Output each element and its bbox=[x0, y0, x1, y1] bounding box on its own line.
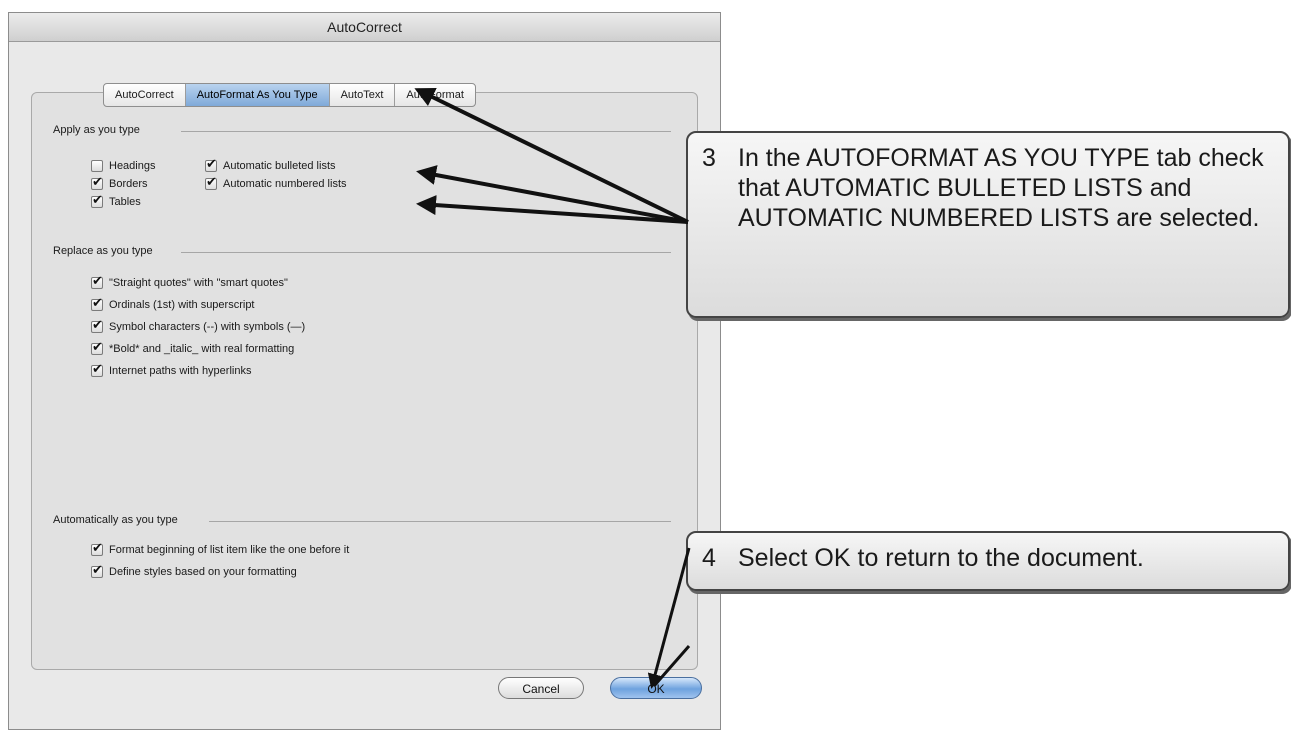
checkbox-label: Internet paths with hyperlinks bbox=[109, 365, 252, 377]
checkbox-label: Automatic numbered lists bbox=[223, 178, 347, 190]
checkbox-checked-icon bbox=[91, 193, 103, 208]
tab-autotext[interactable]: AutoText bbox=[330, 84, 396, 106]
checkbox-checked-icon bbox=[91, 318, 103, 333]
callout-step-text: In the AUTOFORMAT AS YOU TYPE tab check … bbox=[738, 144, 1264, 232]
bold-italic-checkbox[interactable]: *Bold* and _italic_ with real formatting bbox=[91, 340, 295, 355]
checkbox-label: Define styles based on your formatting bbox=[109, 566, 297, 578]
checkbox-checked-icon bbox=[91, 274, 103, 289]
checkbox-checked-icon bbox=[91, 362, 103, 377]
automatic-numbered-lists-checkbox[interactable]: Automatic numbered lists bbox=[205, 175, 347, 190]
callout-step-number: 4 bbox=[702, 544, 716, 572]
tables-checkbox[interactable]: Tables bbox=[91, 193, 141, 208]
headings-checkbox[interactable]: Headings bbox=[91, 160, 155, 172]
checkbox-label: Automatic bulleted lists bbox=[223, 160, 336, 172]
checkbox-label: "Straight quotes" with "smart quotes" bbox=[109, 277, 288, 289]
window-title: AutoCorrect bbox=[9, 13, 720, 42]
tab-bar: AutoCorrect AutoFormat As You Type AutoT… bbox=[103, 83, 476, 107]
checkbox-checked-icon bbox=[91, 340, 103, 355]
section-automatic-label: Automatically as you type bbox=[53, 514, 178, 526]
checkbox-label: Borders bbox=[109, 178, 148, 190]
callout-step-text: Select OK to return to the document. bbox=[738, 544, 1144, 572]
checkbox-checked-icon bbox=[91, 541, 103, 556]
checkbox-label: Format beginning of list item like the o… bbox=[109, 544, 350, 556]
section-apply-label: Apply as you type bbox=[53, 124, 140, 136]
checkbox-checked-icon bbox=[91, 175, 103, 190]
section-automatic-divider bbox=[209, 521, 671, 522]
format-list-item-checkbox[interactable]: Format beginning of list item like the o… bbox=[91, 541, 350, 556]
section-replace-label: Replace as you type bbox=[53, 245, 153, 257]
callout-step-3: 3 In the AUTOFORMAT AS YOU TYPE tab chec… bbox=[686, 131, 1290, 318]
symbol-characters-checkbox[interactable]: Symbol characters (--) with symbols (—) bbox=[91, 318, 306, 333]
checkbox-label: *Bold* and _italic_ with real formatting bbox=[109, 343, 295, 355]
tab-autoformat-as-you-type[interactable]: AutoFormat As You Type bbox=[185, 84, 330, 106]
section-apply-divider bbox=[181, 131, 671, 132]
checkbox-checked-icon bbox=[205, 175, 217, 190]
tab-autocorrect[interactable]: AutoCorrect bbox=[104, 84, 186, 106]
checkbox-checked-icon bbox=[205, 157, 217, 172]
checkbox-label: Symbol characters (--) with symbols (—) bbox=[109, 321, 306, 333]
ordinals-checkbox[interactable]: Ordinals (1st) with superscript bbox=[91, 296, 255, 311]
checkbox-checked-icon bbox=[91, 296, 103, 311]
checkbox-label: Tables bbox=[109, 196, 141, 208]
callout-step-4: 4 Select OK to return to the document. bbox=[686, 531, 1290, 591]
autocorrect-dialog: AutoCorrect AutoCorrect AutoFormat As Yo… bbox=[8, 12, 721, 730]
tab-autoformat[interactable]: AutoFormat bbox=[395, 84, 474, 106]
ok-button[interactable]: OK bbox=[610, 677, 702, 699]
checkbox-checked-icon bbox=[91, 563, 103, 578]
define-styles-checkbox[interactable]: Define styles based on your formatting bbox=[91, 563, 297, 578]
internet-paths-checkbox[interactable]: Internet paths with hyperlinks bbox=[91, 362, 252, 377]
section-replace-divider bbox=[181, 252, 671, 253]
automatic-bulleted-lists-checkbox[interactable]: Automatic bulleted lists bbox=[205, 157, 336, 172]
smart-quotes-checkbox[interactable]: "Straight quotes" with "smart quotes" bbox=[91, 274, 288, 289]
checkbox-unchecked-icon bbox=[91, 160, 103, 172]
checkbox-label: Ordinals (1st) with superscript bbox=[109, 299, 255, 311]
callout-step-number: 3 bbox=[702, 144, 716, 172]
checkbox-label: Headings bbox=[109, 160, 156, 172]
borders-checkbox[interactable]: Borders bbox=[91, 175, 148, 190]
cancel-button[interactable]: Cancel bbox=[498, 677, 584, 699]
